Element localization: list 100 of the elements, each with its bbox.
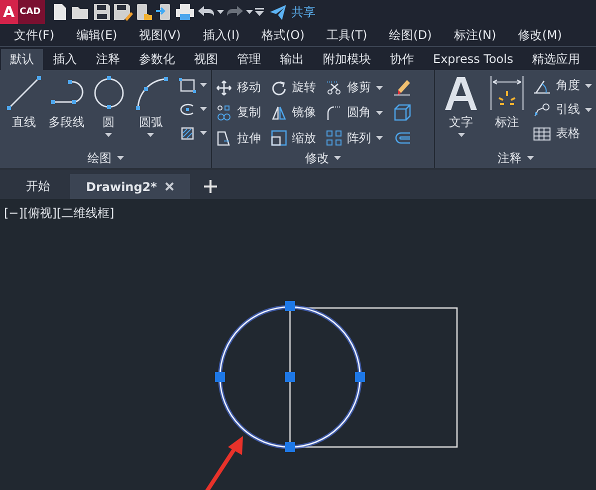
ribbon-tool[interactable]: 复制 bbox=[216, 103, 261, 122]
save-icon[interactable] bbox=[92, 3, 111, 21]
menu-item[interactable]: 绘图(D) bbox=[389, 26, 432, 44]
caret-icon bbox=[585, 108, 592, 112]
app-logo: A CAD bbox=[0, 0, 45, 24]
stretch-icon bbox=[217, 132, 230, 146]
caret-icon bbox=[334, 156, 341, 160]
panel-title[interactable]: 修改 bbox=[305, 150, 329, 166]
ribbon-tab[interactable]: 默认 bbox=[1, 49, 43, 70]
ribbon-tool[interactable]: 镜像 bbox=[271, 103, 316, 122]
panel-title[interactable]: 注释 bbox=[498, 150, 522, 166]
hatch-icon bbox=[181, 126, 194, 140]
offset-icon bbox=[395, 132, 411, 144]
ribbon-tool[interactable]: 拉伸 bbox=[216, 128, 261, 148]
document-tab[interactable]: Drawing2* bbox=[70, 174, 190, 199]
fillet-icon bbox=[327, 106, 342, 120]
ribbon-tool[interactable]: 修剪 bbox=[326, 78, 383, 97]
caret-icon bbox=[526, 156, 534, 160]
ribbon-tool[interactable]: 标注 bbox=[485, 74, 529, 148]
caret-icon bbox=[376, 86, 383, 90]
box-icon bbox=[394, 104, 411, 121]
scale-icon bbox=[271, 130, 287, 146]
document-tab[interactable]: 开始 bbox=[10, 174, 66, 199]
eraser-icon bbox=[394, 80, 410, 96]
ribbon-tab[interactable]: 输出 bbox=[271, 49, 313, 70]
menu-item[interactable]: 插入(I) bbox=[202, 26, 240, 44]
caret-icon bbox=[246, 10, 253, 14]
ribbon-tab[interactable]: Express Tools bbox=[424, 49, 522, 70]
rectangle-icon bbox=[179, 78, 196, 92]
caret-icon bbox=[105, 133, 112, 137]
ribbon-tool[interactable]: 移动 bbox=[216, 78, 261, 97]
menu-item[interactable]: 格式(O) bbox=[262, 26, 305, 44]
ribbon-tab[interactable]: 附加模块 bbox=[314, 49, 380, 70]
ribbon-tool[interactable]: 缩放 bbox=[271, 128, 316, 148]
ribbon-tab[interactable]: 参数化 bbox=[130, 49, 184, 70]
caret-icon bbox=[585, 84, 592, 88]
printer-icon[interactable] bbox=[174, 3, 195, 21]
ribbon-tool[interactable]: 圆弧 bbox=[130, 74, 171, 148]
ribbon-tool[interactable]: 表格 bbox=[533, 124, 592, 143]
letter-a-icon bbox=[445, 77, 477, 110]
array-icon bbox=[326, 130, 342, 146]
save-as-icon[interactable] bbox=[112, 3, 133, 21]
caret-icon bbox=[116, 156, 124, 160]
caret-icon bbox=[458, 133, 464, 137]
caret-icon bbox=[376, 136, 383, 140]
menu-item[interactable]: 标注(N) bbox=[454, 26, 496, 44]
add-tab-icon[interactable] bbox=[204, 180, 217, 193]
share-link[interactable]: 共享 bbox=[292, 4, 316, 20]
menu-item[interactable]: 文件(F) bbox=[14, 26, 54, 44]
pointer-arrow bbox=[205, 436, 243, 490]
ribbon-tool[interactable]: 角度 bbox=[533, 76, 592, 95]
caret-icon bbox=[216, 10, 224, 14]
caret-icon bbox=[376, 110, 383, 115]
menu-item[interactable]: 视图(V) bbox=[139, 26, 181, 44]
rotate-icon bbox=[272, 80, 286, 95]
line-icon bbox=[7, 76, 42, 110]
ribbon-tab[interactable]: 精选应用 bbox=[523, 49, 590, 70]
ribbon-tool[interactable]: 多段线 bbox=[46, 74, 86, 148]
menu-item[interactable]: 修改(M) bbox=[518, 26, 562, 44]
arc-icon bbox=[136, 77, 168, 110]
ribbon-tool[interactable]: 直线 bbox=[4, 74, 44, 148]
grip-handle[interactable] bbox=[285, 372, 295, 382]
ribbon-tab[interactable]: 插入 bbox=[44, 49, 86, 70]
ribbon-tool[interactable]: 旋转 bbox=[271, 78, 316, 97]
caret-icon bbox=[200, 83, 207, 87]
ribbon-tab[interactable]: 协作 bbox=[381, 49, 423, 70]
ribbon-tool[interactable]: 文字 bbox=[439, 74, 483, 148]
menu-item[interactable]: 编辑(E) bbox=[76, 26, 118, 44]
ribbon-tab[interactable]: 视图 bbox=[185, 49, 227, 70]
ribbon-tool[interactable]: 阵列 bbox=[326, 128, 383, 148]
dimension-icon bbox=[490, 76, 524, 110]
grip-handle[interactable] bbox=[355, 372, 365, 382]
mirror-icon bbox=[272, 106, 286, 120]
menu-item[interactable]: 工具(T) bbox=[326, 26, 368, 44]
caret-icon bbox=[147, 133, 154, 137]
device-icon[interactable] bbox=[134, 3, 153, 21]
move-icon bbox=[216, 80, 232, 96]
ellipse-icon bbox=[180, 103, 194, 115]
copy-icon bbox=[218, 105, 230, 120]
export-icon[interactable] bbox=[154, 3, 173, 21]
polyline-icon bbox=[51, 80, 84, 104]
scissors-icon bbox=[326, 81, 340, 94]
ribbon-tool[interactable]: 圆角 bbox=[326, 103, 383, 122]
leader-icon bbox=[534, 103, 550, 116]
table-icon bbox=[534, 127, 550, 140]
ribbon-tab[interactable]: 管理 bbox=[228, 49, 270, 70]
caret-icon bbox=[200, 107, 207, 111]
viewport-label[interactable]: [−][俯视][二维线框] bbox=[4, 205, 114, 222]
ribbon-tool[interactable]: 圆 bbox=[88, 74, 129, 148]
ribbon-tool[interactable]: 引线 bbox=[533, 100, 592, 119]
circle-icon bbox=[94, 76, 124, 109]
ribbon-tab[interactable]: 注释 bbox=[87, 49, 129, 70]
caret-icon bbox=[200, 131, 207, 135]
grip-handle[interactable] bbox=[285, 442, 295, 452]
grip-handle[interactable] bbox=[285, 301, 295, 311]
panel-title[interactable]: 绘图 bbox=[88, 150, 112, 166]
angle-icon bbox=[533, 80, 551, 94]
close-icon[interactable] bbox=[164, 182, 174, 191]
paper-plane-icon[interactable] bbox=[270, 4, 286, 20]
grip-handle[interactable] bbox=[215, 372, 225, 382]
